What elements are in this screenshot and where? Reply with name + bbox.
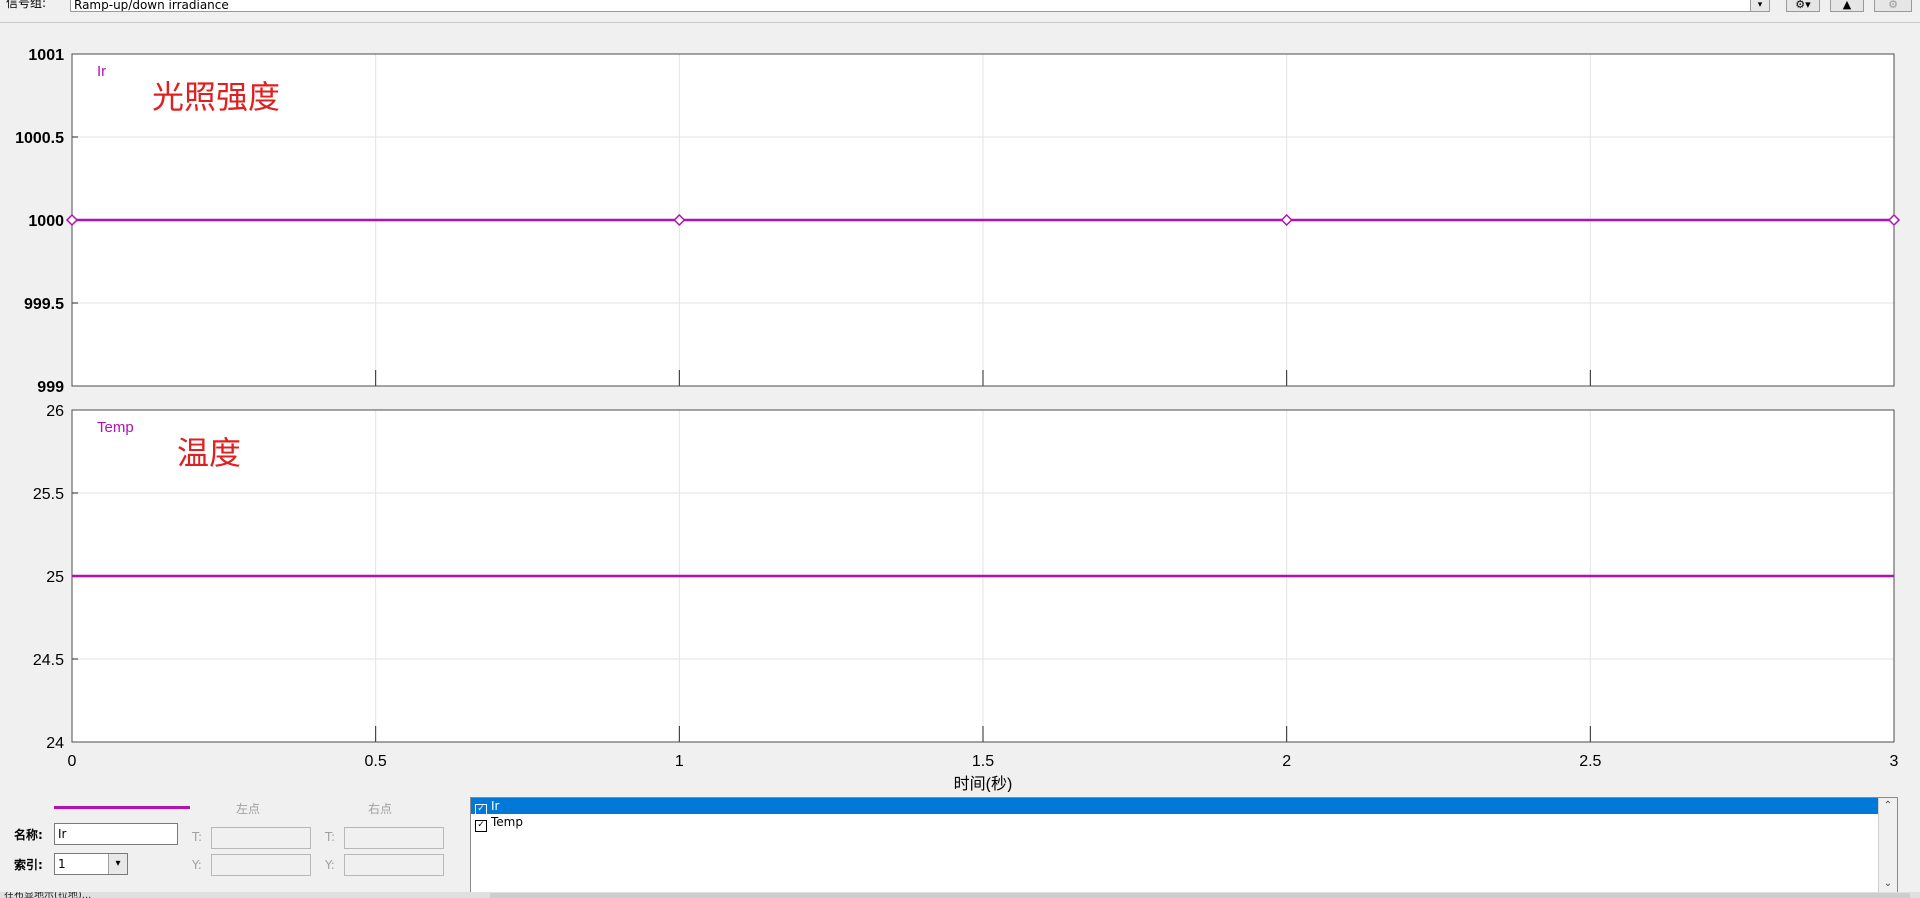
extra-toolbar-button[interactable]: ⚙ — [1874, 0, 1912, 12]
chevron-down-icon[interactable]: ▾ — [108, 854, 127, 874]
right-y-label: Y: — [325, 858, 335, 872]
signal-group-label: 信号组: — [6, 0, 47, 10]
right-point-y-field[interactable] — [344, 854, 444, 876]
move-up-button[interactable]: ▲ — [1830, 0, 1864, 12]
scroll-down-icon[interactable]: ⌄ — [1879, 876, 1897, 892]
signal-list-scrollbar[interactable]: ⌃ ⌄ — [1878, 798, 1897, 892]
signal-editor-panel: 左点 右点 名称: Ir T: T: 索引: 1 ▾ Y: Y: ✓ Ir ✓ Te… — [0, 792, 1920, 898]
toolbar: 信号组: Ramp-up/down irradiance ▾ ⚙▾ ▲ ⚙ — [0, 0, 1920, 23]
signal-list-label: Temp — [491, 815, 523, 829]
index-select[interactable]: 1 ▾ — [54, 853, 128, 875]
y-tick-label: 25.5 — [33, 486, 64, 503]
plot-area: 1001 1000.5 1000 999.5 999 Ir 光照强度 26 25.5 25 24.5… — [0, 24, 1920, 793]
y-tick-label: 1000 — [28, 213, 64, 230]
x-tick-label: 3 — [1890, 753, 1899, 770]
right-point-label: 右点 — [368, 802, 393, 816]
checkbox-icon[interactable]: ✓ — [475, 820, 487, 832]
signal-group-select[interactable]: Ramp-up/down irradiance ▾ — [70, 0, 1770, 12]
signal-list-item-ir[interactable]: ✓ Ir — [471, 798, 1897, 816]
x-axis-label: 时间(秒) — [954, 775, 1013, 792]
settings-gear-button[interactable]: ⚙▾ — [1786, 0, 1820, 12]
horizontal-scrollbar-thumb[interactable] — [490, 893, 1910, 898]
left-point-y-field[interactable] — [211, 854, 311, 876]
right-point-t-field[interactable] — [344, 827, 444, 849]
signal-plots: 1001 1000.5 1000 999.5 999 Ir 光照强度 26 25.5 25 24.5… — [15, 47, 1901, 793]
right-t-label: T: — [325, 830, 336, 844]
gear-icon: ⚙ — [1888, 0, 1898, 11]
signal-name-label: Ir — [97, 63, 106, 80]
signal-line-style-swatch[interactable] — [54, 806, 190, 809]
signal-group-value: Ramp-up/down irradiance — [74, 0, 229, 12]
name-label: 名称: — [14, 828, 43, 842]
signal-list-item-temp[interactable]: ✓ Temp — [471, 814, 1897, 832]
left-t-label: T: — [192, 830, 203, 844]
y-tick-label: 24.5 — [33, 652, 64, 669]
left-point-t-field[interactable] — [211, 827, 311, 849]
y-tick-label: 999.5 — [24, 296, 64, 313]
scroll-up-icon[interactable]: ⌃ — [1879, 798, 1897, 814]
x-tick-label: 1 — [675, 753, 684, 770]
y-tick-label: 25 — [46, 569, 64, 586]
signal-annotation: 光照强度 — [152, 79, 280, 115]
status-text: 在布显地示(拉地)... — [4, 892, 92, 898]
signal-list[interactable]: ✓ Ir ✓ Temp ⌃ ⌄ — [470, 797, 1898, 893]
signal-name-field[interactable]: Ir — [54, 823, 178, 845]
left-point-label: 左点 — [236, 802, 261, 816]
x-tick-label: 0.5 — [365, 753, 387, 770]
y-tick-label: 24 — [46, 735, 64, 752]
gear-icon: ⚙▾ — [1795, 0, 1811, 11]
signal-list-label: Ir — [491, 799, 500, 813]
signal-annotation: 温度 — [177, 435, 241, 471]
left-y-label: Y: — [192, 858, 202, 872]
index-label: 索引: — [14, 858, 43, 872]
y-tick-label: 26 — [46, 403, 64, 420]
y-tick-label: 1000.5 — [15, 130, 64, 147]
x-tick-label: 1.5 — [972, 753, 994, 770]
chevron-down-icon[interactable]: ▾ — [1750, 0, 1769, 11]
x-tick-label: 0 — [68, 753, 77, 770]
index-value: 1 — [58, 857, 66, 871]
y-tick-label: 999 — [37, 379, 64, 396]
triangle-up-icon: ▲ — [1842, 0, 1852, 11]
signal-name-label: Temp — [97, 419, 134, 436]
x-tick-label: 2 — [1282, 753, 1291, 770]
x-tick-label: 2.5 — [1579, 753, 1601, 770]
y-tick-label: 1001 — [28, 47, 64, 64]
